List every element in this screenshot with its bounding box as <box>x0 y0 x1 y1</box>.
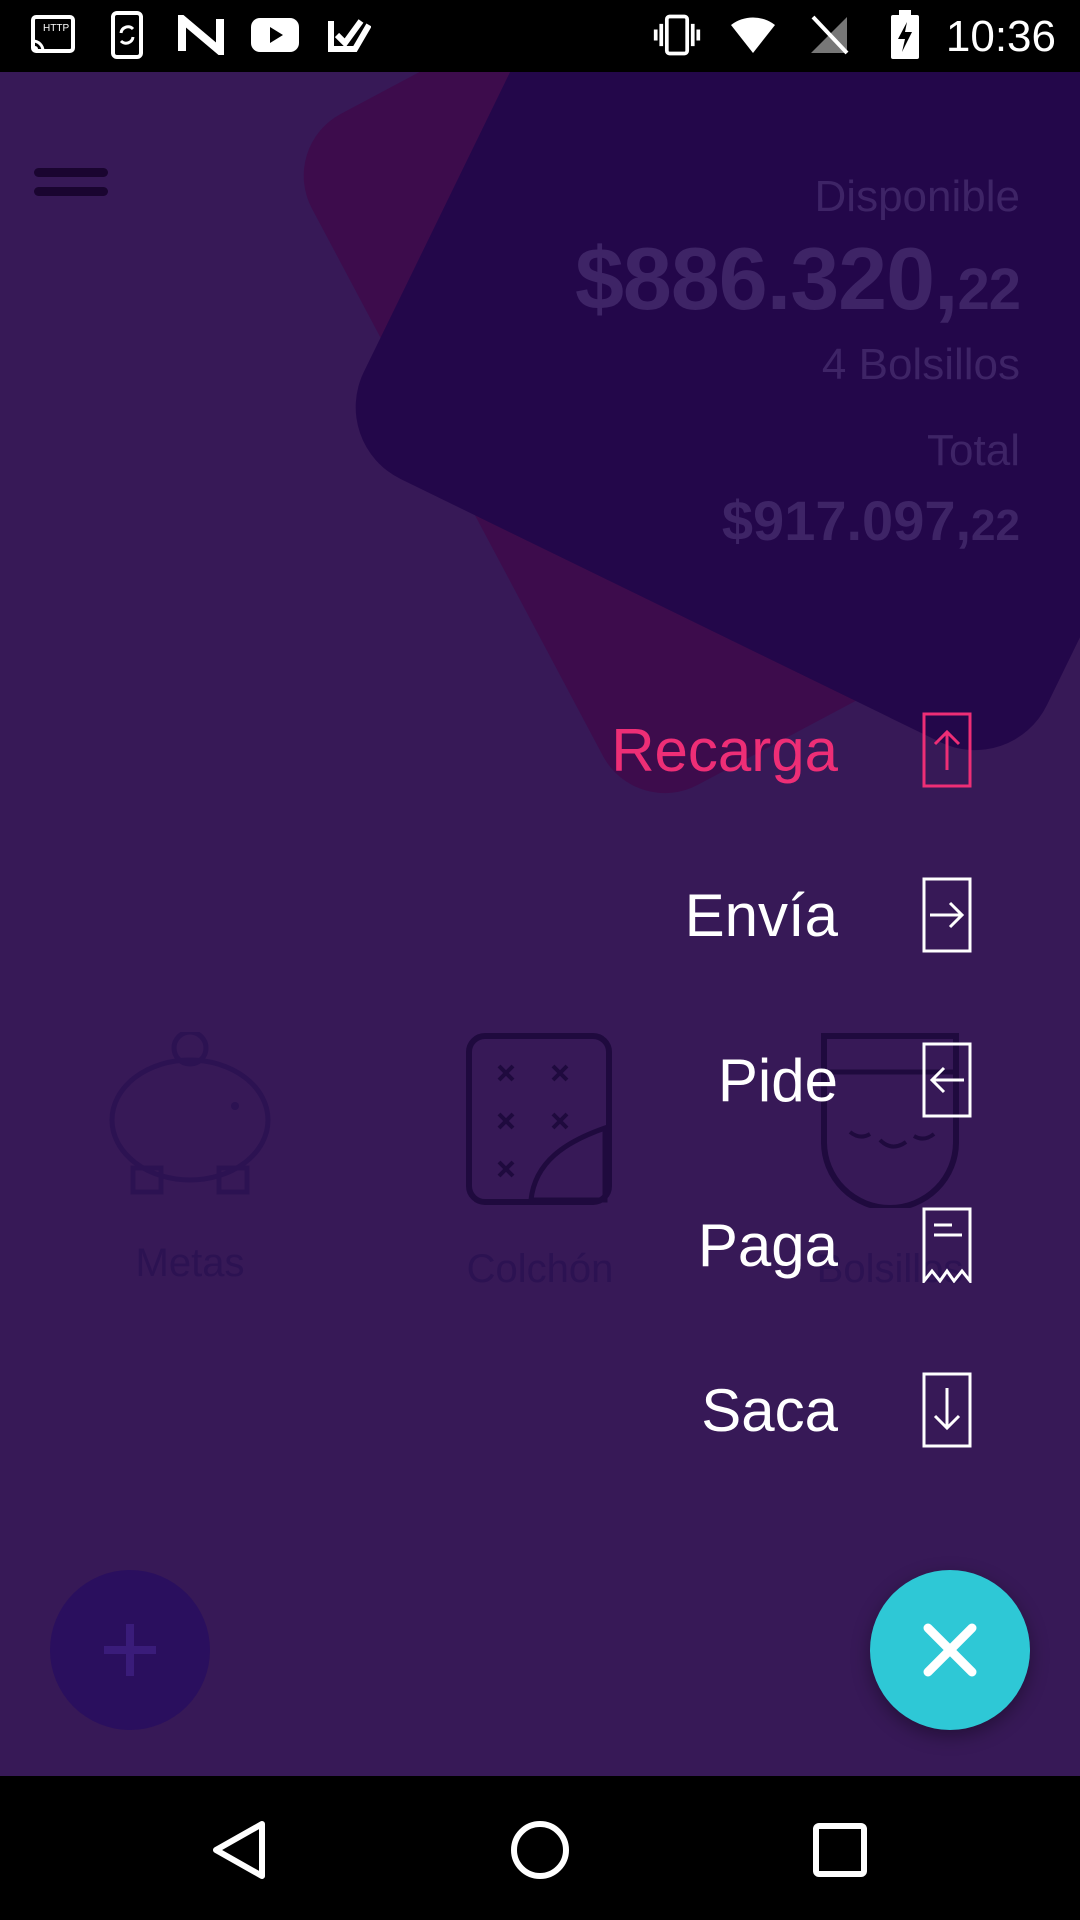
action-saca[interactable]: Saca <box>701 1370 972 1450</box>
action-label: Pide <box>717 1046 838 1114</box>
close-menu-button[interactable] <box>870 1570 1030 1730</box>
app-screen: Disponible $886.320,22 4 Bolsillos Total… <box>0 72 1080 1776</box>
back-icon[interactable] <box>200 1810 280 1890</box>
available-label: Disponible <box>814 172 1020 221</box>
action-envia[interactable]: Envía <box>685 875 972 955</box>
plus-icon <box>104 1624 156 1676</box>
no-signal-icon <box>804 10 854 60</box>
hamburger-menu-icon[interactable] <box>34 168 108 212</box>
phone-sync-icon <box>102 10 152 60</box>
tile-label: Colchón <box>466 1247 614 1291</box>
clock: 10:36 <box>945 12 1056 61</box>
status-bar: HTTP 10:36 <box>0 0 1080 72</box>
svg-text:HTTP: HTTP <box>43 23 69 34</box>
action-label: Recarga <box>611 716 838 784</box>
n-app-icon <box>176 10 226 60</box>
cast-http-icon: HTTP <box>28 10 78 60</box>
pockets-count: 4 Bolsillos <box>821 340 1020 389</box>
tile-label: Metas <box>135 1241 245 1285</box>
youtube-icon <box>250 10 300 60</box>
request-arrow-icon <box>922 1042 972 1118</box>
action-pide[interactable]: Pide <box>718 1040 972 1120</box>
action-label: Saca <box>701 1376 838 1444</box>
battery-charging-icon <box>880 10 930 60</box>
tile-metas[interactable]: Metas <box>90 1029 290 1286</box>
send-arrow-icon <box>922 877 972 953</box>
download-arrow-icon <box>922 1372 972 1448</box>
action-paga[interactable]: Paga <box>697 1205 972 1286</box>
total-amount: $917.097,22 <box>721 489 1020 552</box>
add-button[interactable] <box>50 1570 210 1730</box>
available-amount: $886.320,22 <box>574 229 1021 328</box>
check-app-icon <box>324 10 374 60</box>
close-icon <box>923 1623 977 1677</box>
total-label: Total <box>927 426 1020 475</box>
action-label: Paga <box>697 1211 838 1279</box>
receipt-icon <box>922 1207 972 1286</box>
action-label: Envía <box>684 881 838 949</box>
balance-summary: Disponible $886.320,22 4 Bolsillos Total… <box>574 172 1021 553</box>
wifi-icon <box>728 10 778 60</box>
upload-arrow-icon <box>922 712 972 788</box>
action-recarga[interactable]: Recarga <box>611 710 972 790</box>
piggy-bank-icon <box>90 1029 290 1207</box>
mattress-icon <box>420 1032 660 1213</box>
recents-icon[interactable] <box>800 1810 880 1890</box>
system-nav-bar <box>0 1776 1080 1920</box>
tile-colchon[interactable]: Colchón <box>420 1032 660 1292</box>
home-icon[interactable] <box>500 1810 580 1890</box>
vibrate-icon <box>652 10 702 60</box>
